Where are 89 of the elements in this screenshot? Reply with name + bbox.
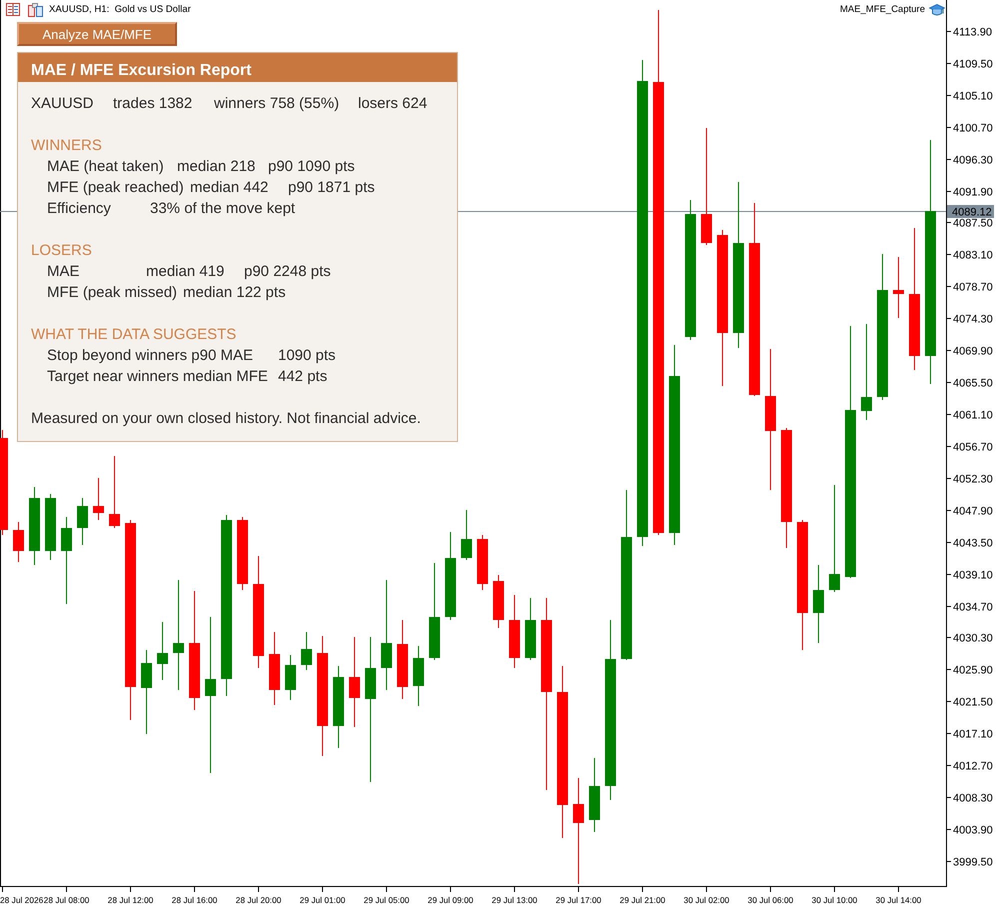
metric-label: MFE (peak reached)	[47, 178, 185, 198]
price-label: 4100.70	[953, 122, 993, 134]
price-label: 4074.30	[953, 314, 993, 326]
price-label: 4105.10	[953, 90, 993, 102]
price-label: 4008.30	[953, 792, 993, 804]
candle	[45, 494, 56, 560]
price-label: 4069.90	[953, 346, 993, 358]
price-label: 4087.50	[953, 218, 993, 230]
candle	[461, 510, 472, 560]
price-label: 4003.90	[953, 824, 993, 836]
report-title: MAE / MFE Excursion Report	[31, 60, 252, 80]
metric-label: Stop beyond winners p90 MAE	[47, 346, 254, 366]
analyze-button[interactable]: Analyze MAE/MFE	[17, 22, 177, 46]
metric-value: p90 1871 pts	[288, 178, 375, 198]
price-label: 4043.50	[953, 538, 993, 550]
time-label: 30 Jul 06:00	[748, 895, 794, 905]
price-label: 4021.50	[953, 696, 993, 708]
metric-label: MAE (heat taken)	[47, 157, 165, 177]
price-label: 4034.70	[953, 602, 993, 614]
windows-icon[interactable]	[28, 2, 43, 16]
price-label: 4056.70	[953, 442, 993, 454]
candle	[477, 534, 488, 590]
price-label: 4012.70	[953, 760, 993, 772]
ref-line-label: 4089.12	[952, 206, 992, 218]
time-label: 28 Jul 08:00	[44, 895, 90, 905]
summary-stat: losers 624	[358, 94, 428, 114]
time-label: 29 Jul 05:00	[364, 895, 410, 905]
candle	[77, 498, 88, 546]
metric-label: MFE (peak missed)	[47, 283, 178, 303]
price-label: 4061.10	[953, 410, 993, 422]
metric-value: p90 2248 pts	[244, 262, 331, 282]
price-label: 4113.90	[953, 26, 992, 38]
metric-label: Efficiency	[47, 199, 112, 219]
price-label: 4025.90	[953, 664, 993, 676]
section-heading: WINNERS	[31, 136, 102, 156]
metric-value: 442 pts	[278, 367, 328, 387]
time-label: 30 Jul 02:00	[684, 895, 730, 905]
chart-title: XAUUSD, H1: Gold vs US Dollar	[49, 4, 191, 16]
candle	[285, 654, 296, 700]
metric-value: median 442	[190, 178, 270, 198]
time-label: 29 Jul 17:00	[556, 895, 602, 905]
time-label: 28 Jul 16:00	[172, 895, 218, 905]
section-heading: WHAT THE DATA SUGGESTS	[31, 325, 236, 345]
metric-value: median 122 pts	[183, 283, 286, 303]
price-label: 3999.50	[953, 856, 993, 868]
price-label: 4030.30	[953, 632, 993, 644]
time-label: 29 Jul 09:00	[428, 895, 474, 905]
price-label: 4017.10	[953, 728, 993, 740]
summary-stat: winners 758 (55%)	[214, 94, 340, 114]
metric-value: 33% of the move kept	[150, 199, 296, 219]
price-label: 4039.10	[953, 570, 993, 582]
price-label: 4047.90	[953, 506, 993, 518]
graduation-cap-icon	[929, 3, 945, 17]
metric-value: p90 1090 pts	[268, 157, 355, 177]
price-label: 4083.10	[953, 250, 993, 262]
candle	[13, 522, 24, 562]
time-label: 29 Jul 01:00	[300, 895, 346, 905]
time-label: 28 Jul 12:00	[108, 895, 154, 905]
summary-stat: trades 1382	[113, 94, 194, 114]
summary-stat: XAUUSD	[31, 94, 95, 114]
candle	[301, 632, 312, 670]
time-label: 29 Jul 21:00	[620, 895, 666, 905]
indicator-name: MAE_MFE_Capture	[840, 4, 925, 16]
price-label: 4096.30	[953, 154, 993, 166]
metric-value: 1090 pts	[278, 346, 336, 366]
section-heading: LOSERS	[31, 241, 92, 261]
price-label: 4078.70	[953, 282, 993, 294]
candle	[157, 622, 168, 680]
date-label: 28 Jul 2026	[0, 895, 44, 905]
time-label: 29 Jul 13:00	[492, 895, 538, 905]
candle	[93, 478, 104, 520]
candle	[413, 646, 424, 706]
time-label: 28 Jul 20:00	[236, 895, 282, 905]
price-label: 4091.90	[953, 186, 993, 198]
list-icon[interactable]	[6, 3, 20, 16]
candle	[525, 598, 536, 660]
report-footer: Measured on your own closed history. Not financial advice.	[31, 408, 421, 429]
price-label: 4052.30	[953, 474, 993, 486]
metric-label: Target near winners median MFE	[47, 367, 269, 387]
metric-label: MAE	[47, 262, 81, 282]
metric-value: median 218	[177, 157, 256, 177]
candle	[893, 256, 904, 318]
price-label: 4109.50	[953, 58, 993, 70]
time-label: 30 Jul 10:00	[812, 895, 858, 905]
price-tag: 4089.12	[947, 205, 994, 218]
price-label: 4065.50	[953, 378, 993, 390]
time-label: 30 Jul 14:00	[876, 895, 922, 905]
candle	[493, 574, 504, 628]
metric-value: median 419	[146, 262, 226, 282]
